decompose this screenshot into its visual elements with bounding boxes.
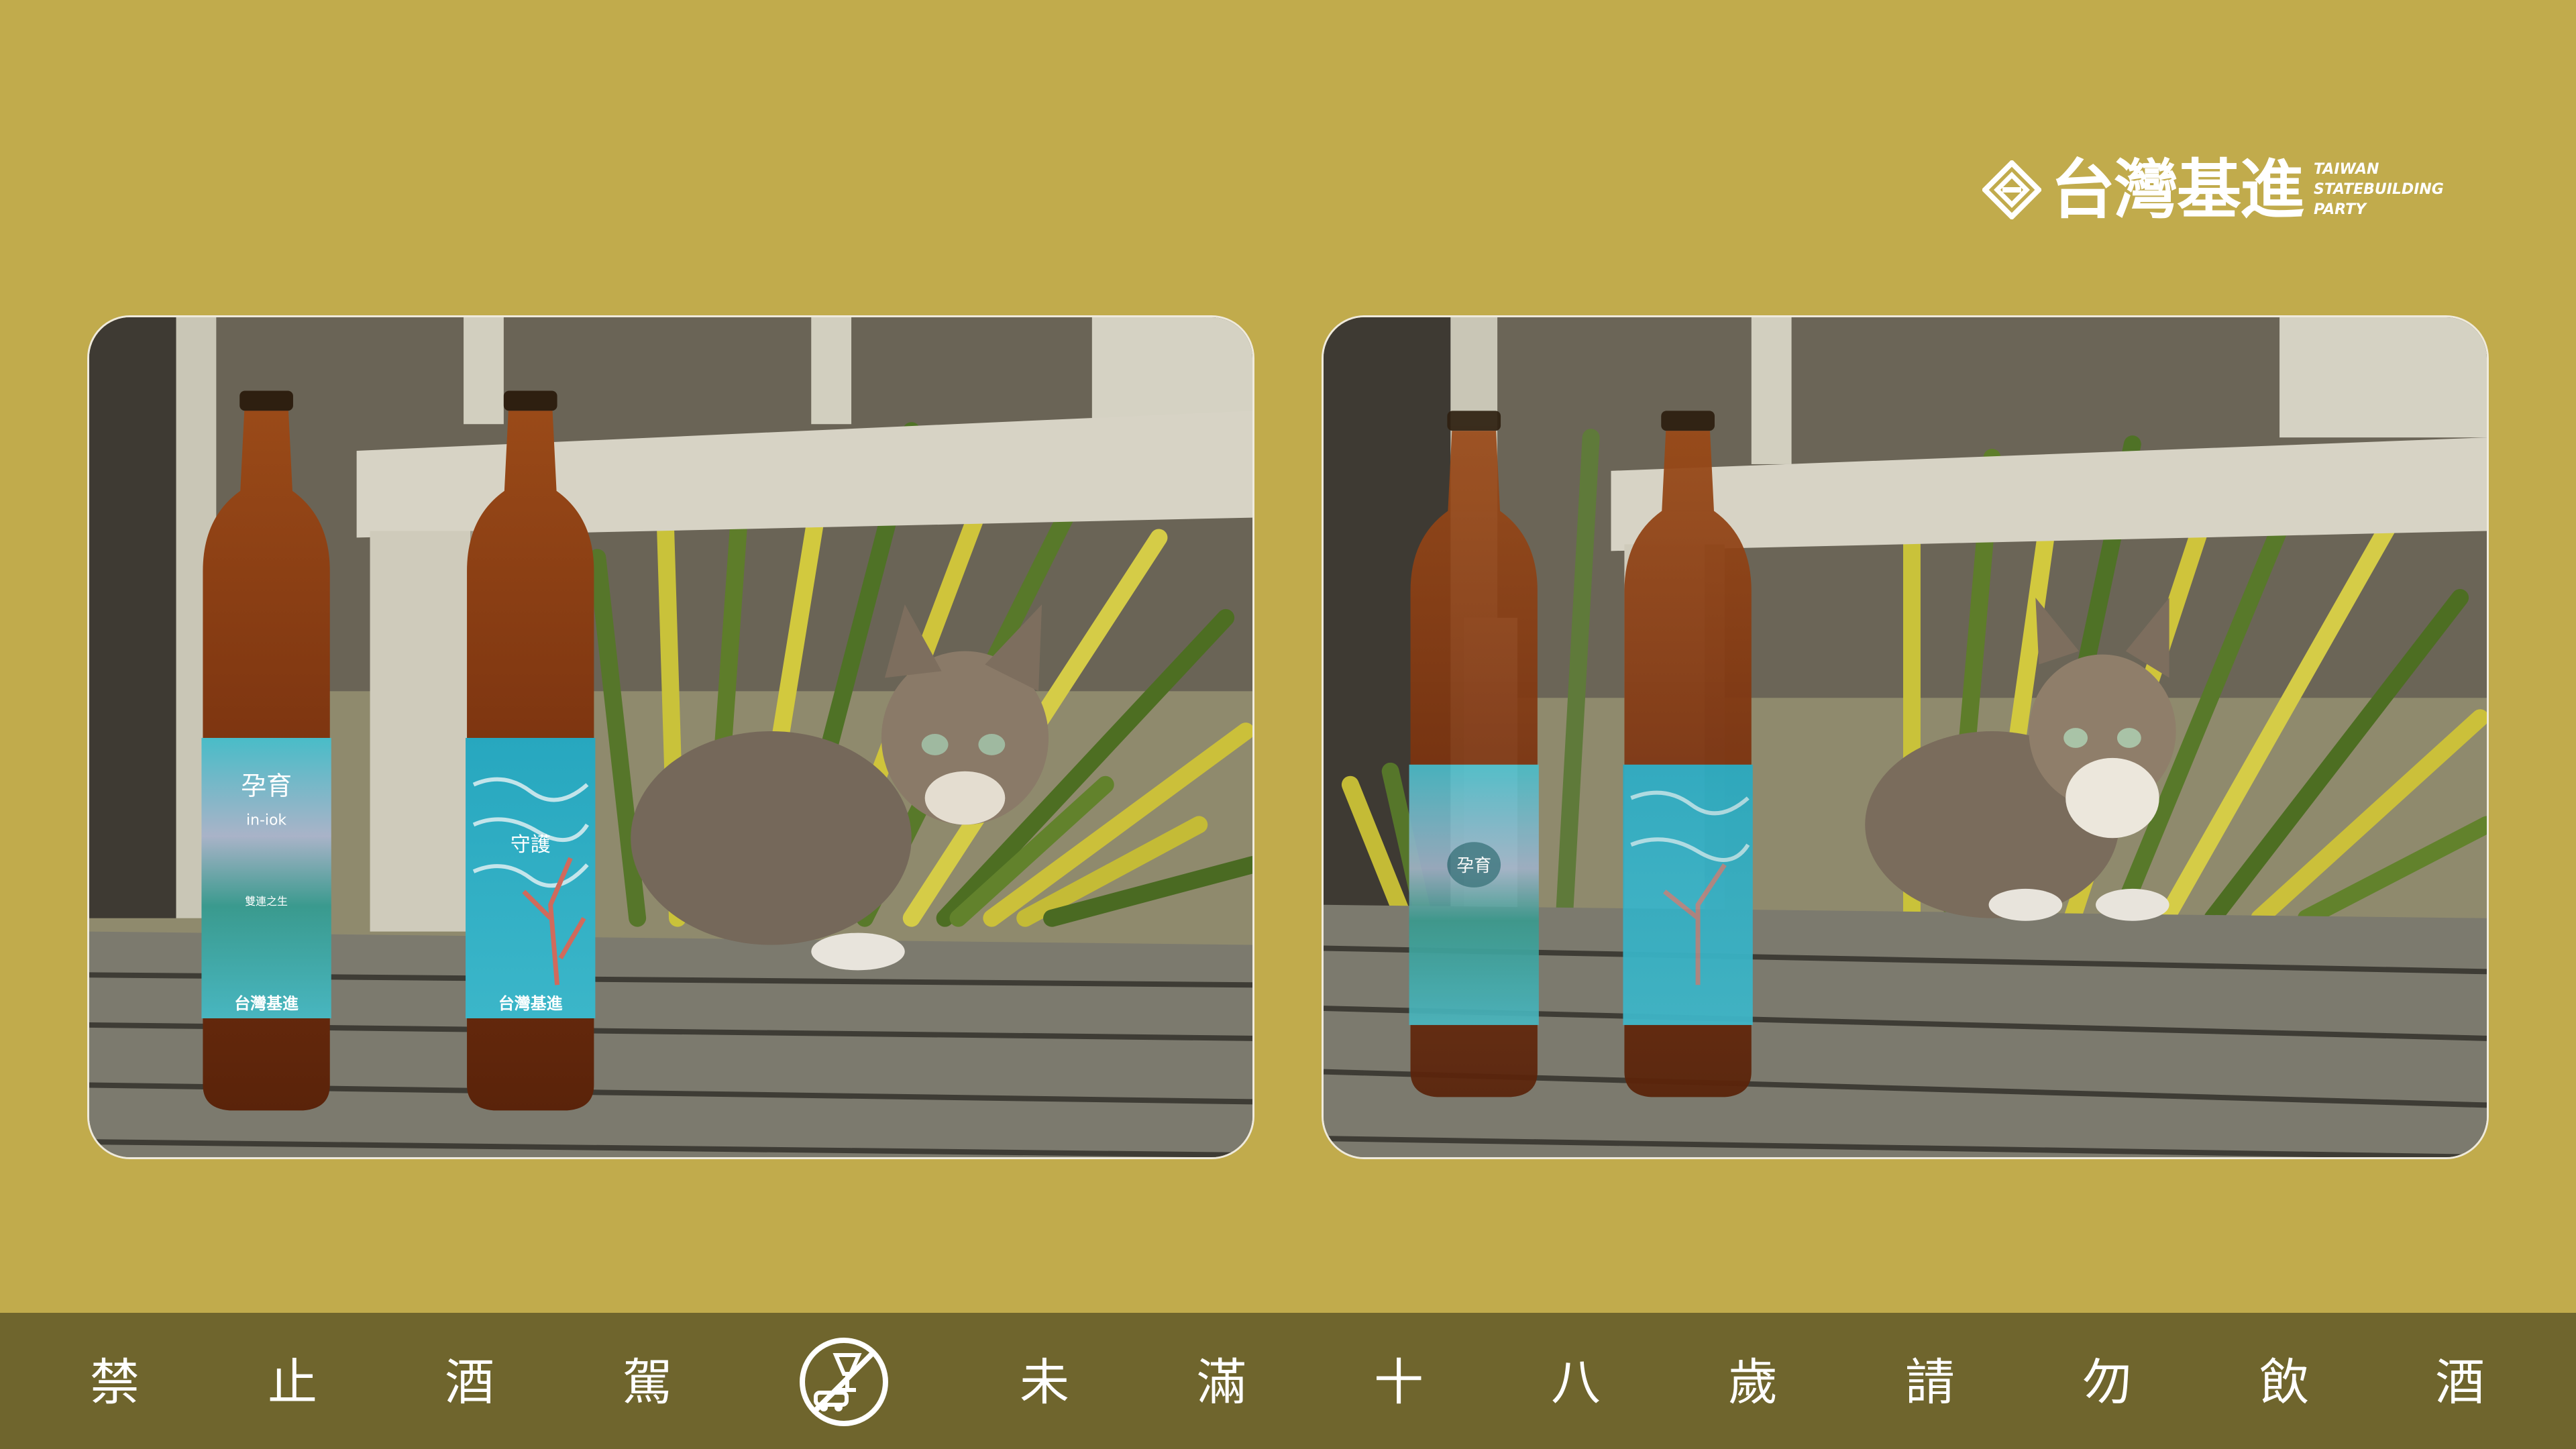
photo-bottles-and-cat-right: 孕育 [1322,315,2489,1159]
bottle-label-subtitle: in-iok [246,812,286,828]
bottle-label-brand: 台灣基進 [234,994,299,1013]
bottle-label-caption: 雙連之生 [245,895,288,908]
bottle-label-title: 孕育 [1456,856,1491,876]
warning-char: 歲 [1728,1354,1778,1411]
warning-char: 酒 [2435,1354,2485,1411]
logo-en-line-3: PARTY [2314,201,2367,218]
bottle-label-title: 孕育 [241,771,292,801]
warning-char: 飲 [2259,1354,2309,1411]
warning-char: 禁 [90,1354,140,1411]
logo-name: 台灣基進 [2051,152,2304,227]
warning-char: 十 [1374,1354,1424,1411]
logo-english-name: TAIWAN STATEBUILDING PARTY [2314,160,2444,220]
photo-bottles-and-cat-left: 孕育 in-iok 雙連之生 台灣基進 守護 台灣基進 [87,315,1254,1159]
warning-char: 滿 [1197,1354,1246,1411]
no-drunk-driving-icon [800,1338,888,1426]
warning-char: 止 [268,1354,317,1411]
logo-en-line-1: TAIWAN [2314,161,2379,178]
logo-en-line-2: STATEBUILDING [2314,181,2444,198]
warning-bar [0,1313,2576,1449]
warning-char: 駕 [623,1354,672,1411]
warning-char: 未 [1020,1354,1069,1411]
bottle-label-brand: 台灣基進 [498,994,563,1013]
warning-char: 勿 [2082,1354,2132,1411]
logo-diamond-icon [1982,160,2041,219]
warning-char: 請 [1905,1354,1955,1411]
warning-char: 酒 [445,1354,494,1411]
party-logo: 台灣基進 TAIWAN STATEBUILDING PARTY [1982,153,2485,227]
warning-char: 八 [1551,1354,1601,1411]
bottle-label-title: 守護 [511,833,551,857]
